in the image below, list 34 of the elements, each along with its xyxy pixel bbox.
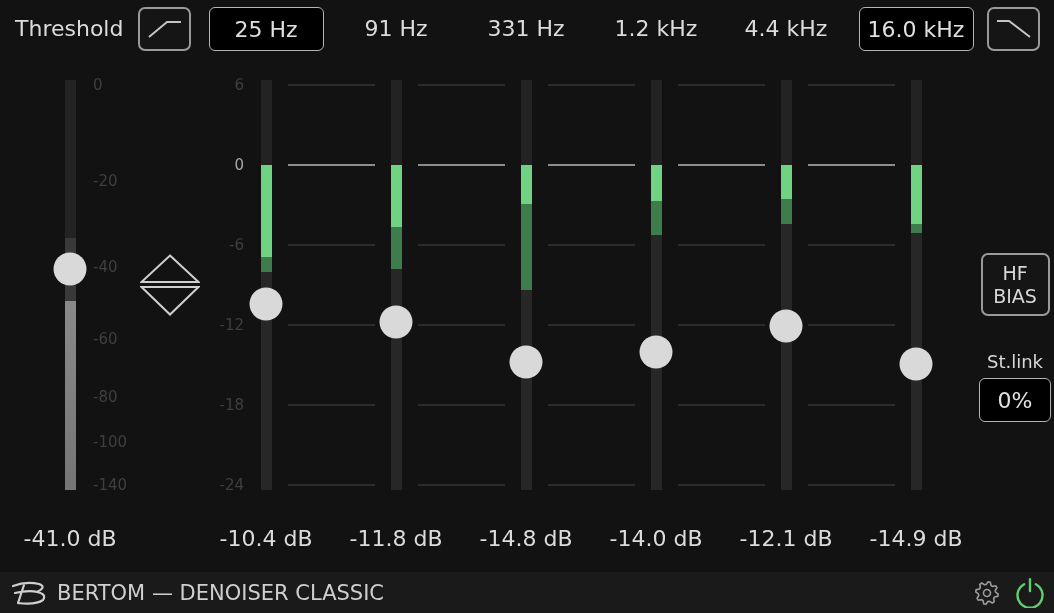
- hf-bias-button[interactable]: HF BIAS: [980, 253, 1050, 316]
- value-readout: -14.8 dB: [479, 526, 573, 551]
- slider-thumb[interactable]: [249, 287, 283, 321]
- value-readout: -11.8 dB: [349, 526, 443, 551]
- slider-thumb[interactable]: [769, 309, 803, 343]
- scale-label: 0: [234, 156, 244, 174]
- power-icon[interactable]: [1015, 577, 1045, 608]
- value-readout: -14.0 dB: [609, 526, 703, 551]
- settings-icon[interactable]: [975, 580, 999, 605]
- slider-thumb[interactable]: [379, 305, 413, 339]
- high-cut-icon: [996, 20, 1031, 38]
- slider-thumb[interactable]: [899, 347, 933, 381]
- frequency-label: 4.4 kHz: [744, 16, 828, 42]
- logo-icon: [12, 580, 48, 605]
- frequency-label: 91 Hz: [364, 16, 428, 42]
- value-readout: -12.1 dB: [739, 526, 833, 551]
- low-cut-icon: [147, 20, 182, 38]
- frequency-field[interactable]: 16.0 kHz: [858, 7, 974, 51]
- frequency-label: 331 Hz: [487, 16, 565, 42]
- double-triangle-icon[interactable]: [140, 254, 200, 316]
- threshold-label: Threshold: [15, 16, 124, 42]
- low-cut-button[interactable]: [138, 7, 192, 51]
- stereo-link-field[interactable]: 0%: [979, 378, 1051, 422]
- plugin-title: BERTOM — DENOISER CLASSIC: [57, 579, 385, 606]
- stereo-link-label: St.link: [986, 351, 1043, 373]
- slider-thumb[interactable]: [509, 345, 543, 379]
- high-cut-button[interactable]: [987, 7, 1040, 51]
- value-readout: -14.9 dB: [869, 526, 963, 551]
- slider-thumb[interactable]: [639, 335, 673, 369]
- value-readout: -41.0 dB: [23, 526, 117, 551]
- frequency-label: 1.2 kHz: [614, 16, 698, 42]
- slider-thumb[interactable]: [53, 252, 87, 286]
- value-readout: -10.4 dB: [219, 526, 313, 551]
- frequency-field[interactable]: 25 Hz: [208, 7, 324, 51]
